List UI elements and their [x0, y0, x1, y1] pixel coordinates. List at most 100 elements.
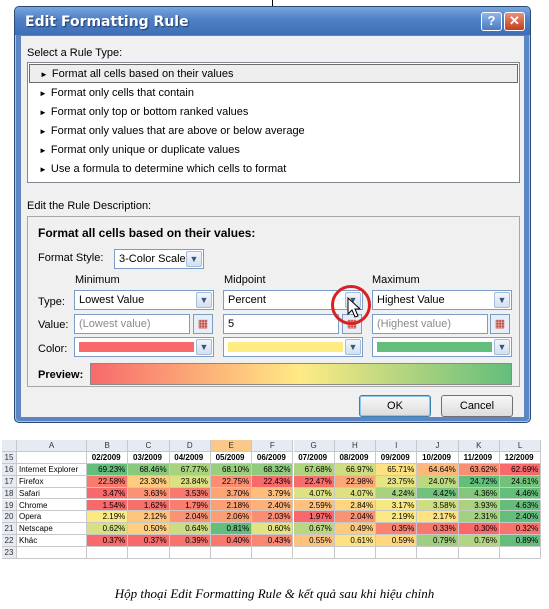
- table-cell[interactable]: 69.23%: [87, 463, 129, 476]
- table-cell[interactable]: 67.68%: [293, 463, 335, 476]
- table-cell[interactable]: 0.61%: [334, 535, 377, 548]
- table-cell[interactable]: 2.84%: [334, 499, 377, 512]
- column-header[interactable]: E: [210, 440, 253, 452]
- minimum-type-select[interactable]: Lowest Value ▼: [74, 290, 214, 310]
- table-cell[interactable]: [500, 547, 542, 559]
- column-header[interactable]: K: [458, 440, 500, 452]
- table-cell[interactable]: 2.18%: [210, 499, 253, 512]
- table-cell[interactable]: 24.07%: [417, 475, 459, 488]
- table-cell[interactable]: 3.53%: [169, 487, 211, 500]
- chevron-down-icon[interactable]: ▼: [494, 339, 510, 355]
- ok-button[interactable]: OK: [359, 395, 431, 417]
- table-cell[interactable]: 4.07%: [293, 487, 335, 500]
- maximum-value-input[interactable]: (Highest value): [372, 314, 488, 334]
- table-cell[interactable]: 0.37%: [87, 535, 129, 548]
- column-header[interactable]: F: [252, 440, 294, 452]
- maximum-color-select[interactable]: ▼: [372, 337, 512, 357]
- table-cell[interactable]: Opera: [17, 511, 87, 524]
- table-cell[interactable]: 2.19%: [376, 511, 418, 524]
- table-cell[interactable]: 04/2009: [169, 451, 211, 464]
- table-cell[interactable]: 68.10%: [210, 463, 253, 476]
- row-header[interactable]: 16: [2, 463, 17, 476]
- table-cell[interactable]: 3.79%: [252, 487, 294, 500]
- table-cell[interactable]: 23.84%: [169, 475, 211, 488]
- minimum-color-select[interactable]: ▼: [74, 337, 214, 357]
- table-cell[interactable]: 63.62%: [458, 463, 500, 476]
- table-cell[interactable]: 03/2009: [128, 451, 170, 464]
- table-cell[interactable]: Netscape: [17, 523, 87, 536]
- table-cell[interactable]: 4.46%: [500, 487, 542, 500]
- table-cell[interactable]: 22.58%: [87, 475, 129, 488]
- table-cell[interactable]: 06/2009: [252, 451, 294, 464]
- range-picker-icon[interactable]: ▦: [193, 314, 213, 334]
- table-cell[interactable]: 0.59%: [376, 535, 418, 548]
- table-cell[interactable]: 2.59%: [293, 499, 335, 512]
- table-cell[interactable]: 0.67%: [293, 523, 335, 536]
- table-cell[interactable]: [417, 547, 459, 559]
- table-cell[interactable]: 0.43%: [252, 535, 294, 548]
- table-cell[interactable]: [17, 451, 87, 464]
- chevron-down-icon[interactable]: ▼: [345, 339, 361, 355]
- table-cell[interactable]: 3.63%: [128, 487, 170, 500]
- column-header[interactable]: C: [128, 440, 170, 452]
- rule-type-item[interactable]: ► Format only unique or duplicate values: [29, 141, 518, 160]
- select-all-corner[interactable]: [2, 440, 17, 452]
- table-cell[interactable]: 22.43%: [252, 475, 294, 488]
- minimum-value-input[interactable]: (Lowest value): [74, 314, 190, 334]
- table-cell[interactable]: 2.17%: [417, 511, 459, 524]
- column-header[interactable]: L: [500, 440, 542, 452]
- table-cell[interactable]: 0.37%: [128, 535, 170, 548]
- help-button[interactable]: ?: [481, 12, 502, 31]
- table-cell[interactable]: 10/2009: [417, 451, 459, 464]
- table-cell[interactable]: 24.72%: [458, 475, 500, 488]
- table-cell[interactable]: 0.64%: [169, 523, 211, 536]
- column-header[interactable]: G: [293, 440, 335, 452]
- table-cell[interactable]: 1.54%: [87, 499, 129, 512]
- table-cell[interactable]: 2.06%: [210, 511, 253, 524]
- rule-type-item[interactable]: ► Format only top or bottom ranked values: [29, 103, 518, 122]
- table-cell[interactable]: 2.31%: [458, 511, 500, 524]
- table-cell[interactable]: 12/2009: [500, 451, 542, 464]
- table-cell[interactable]: 4.42%: [417, 487, 459, 500]
- table-cell[interactable]: [252, 547, 294, 559]
- table-cell[interactable]: 65.71%: [376, 463, 418, 476]
- table-cell[interactable]: 68.32%: [252, 463, 294, 476]
- table-cell[interactable]: Khác: [17, 535, 87, 548]
- title-bar[interactable]: Edit Formatting Rule ? ✕: [15, 7, 530, 35]
- row-header[interactable]: 19: [2, 499, 17, 512]
- table-cell[interactable]: 22.98%: [334, 475, 377, 488]
- format-style-select[interactable]: 3-Color Scale ▼: [114, 249, 204, 269]
- table-cell[interactable]: [293, 547, 335, 559]
- chevron-down-icon[interactable]: ▼: [494, 292, 510, 308]
- table-cell[interactable]: 2.40%: [500, 511, 542, 524]
- table-cell[interactable]: 68.46%: [128, 463, 170, 476]
- table-cell[interactable]: 2.03%: [252, 511, 294, 524]
- table-cell[interactable]: 22.47%: [293, 475, 335, 488]
- row-header[interactable]: 15: [2, 451, 17, 464]
- table-cell[interactable]: [210, 547, 253, 559]
- table-cell[interactable]: 0.49%: [334, 523, 377, 536]
- table-cell[interactable]: [87, 547, 129, 559]
- row-header[interactable]: 17: [2, 475, 17, 488]
- table-cell[interactable]: 0.60%: [252, 523, 294, 536]
- table-cell[interactable]: 67.77%: [169, 463, 211, 476]
- cancel-button[interactable]: Cancel: [441, 395, 513, 417]
- row-header[interactable]: 20: [2, 511, 17, 524]
- table-cell[interactable]: 11/2009: [458, 451, 500, 464]
- table-cell[interactable]: 0.81%: [210, 523, 253, 536]
- table-cell[interactable]: 3.70%: [210, 487, 253, 500]
- midpoint-color-select[interactable]: ▼: [223, 337, 363, 357]
- column-header[interactable]: J: [417, 440, 459, 452]
- table-cell[interactable]: 0.76%: [458, 535, 500, 548]
- table-cell[interactable]: 2.04%: [334, 511, 377, 524]
- row-header[interactable]: 18: [2, 487, 17, 500]
- table-cell[interactable]: [169, 547, 211, 559]
- table-cell[interactable]: 02/2009: [87, 451, 129, 464]
- table-cell[interactable]: 0.62%: [87, 523, 129, 536]
- table-cell[interactable]: [458, 547, 500, 559]
- chevron-down-icon[interactable]: ▼: [196, 292, 212, 308]
- table-cell[interactable]: [17, 547, 87, 559]
- table-cell[interactable]: 0.32%: [500, 523, 542, 536]
- rule-type-item[interactable]: ► Use a formula to determine which cells …: [29, 160, 518, 179]
- table-cell[interactable]: 0.35%: [376, 523, 418, 536]
